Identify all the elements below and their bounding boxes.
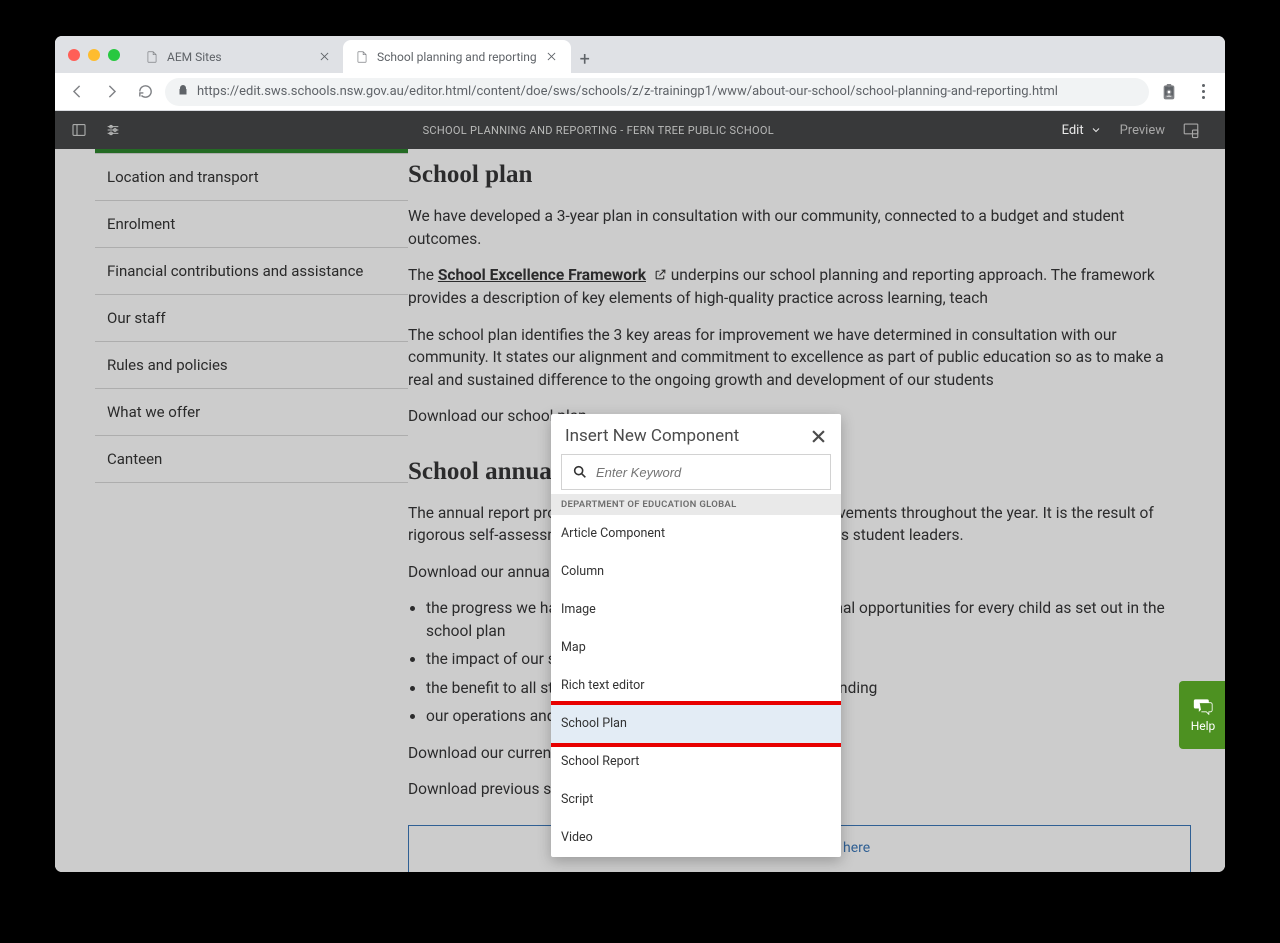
component-column[interactable]: Column (551, 553, 841, 591)
window-minimize[interactable] (88, 49, 100, 61)
paragraph: The school plan identifies the 3 key are… (408, 324, 1191, 391)
forward-button[interactable] (97, 78, 125, 106)
nav-financial[interactable]: Financial contributions and assistance (95, 248, 408, 295)
mode-selector[interactable]: Edit (1062, 123, 1102, 138)
paragraph: We have developed a 3-year plan in consu… (408, 205, 1191, 250)
reload-button[interactable] (131, 78, 159, 106)
nav-enrolment[interactable]: Enrolment (95, 201, 408, 248)
close-icon[interactable] (317, 50, 331, 64)
editor-top-bar: SCHOOL PLANNING AND REPORTING - FERN TRE… (55, 111, 1225, 149)
nav-our-staff[interactable]: Our staff (95, 295, 408, 342)
component-group-header: DEPARTMENT OF EDUCATION GLOBAL (551, 494, 841, 515)
left-nav: Location and transport Enrolment Financi… (55, 149, 408, 872)
search-input[interactable] (596, 465, 820, 480)
tab-title: School planning and reporting (377, 50, 537, 64)
tab-title: AEM Sites (167, 50, 222, 64)
component-school-report[interactable]: School Report (551, 743, 841, 781)
nav-location[interactable]: Location and transport (95, 154, 408, 201)
browser-tabbar: AEM Sites School planning and reporting … (55, 36, 1225, 73)
account-icon[interactable] (1155, 78, 1183, 106)
emulator-icon[interactable] (1179, 118, 1203, 142)
file-icon (355, 50, 369, 64)
toggle-panel-icon[interactable] (67, 118, 91, 142)
dialog-title: Insert New Component (565, 426, 809, 446)
close-icon[interactable] (545, 50, 559, 64)
new-tab-button[interactable]: + (571, 45, 599, 73)
component-script[interactable]: Script (551, 781, 841, 819)
chevron-down-icon (1090, 124, 1102, 136)
insert-component-dialog: Insert New Component DEPARTMENT OF EDUCA… (551, 414, 841, 857)
back-button[interactable] (63, 78, 91, 106)
component-rich-text[interactable]: Rich text editor (551, 667, 841, 705)
browser-tab-school-planning[interactable]: School planning and reporting (343, 40, 571, 73)
file-icon (145, 50, 159, 64)
heading-school-plan: School plan (408, 157, 1191, 193)
paragraph: The School Excellence Framework underpin… (408, 264, 1191, 310)
browser-toolbar: https://edit.sws.schools.nsw.gov.au/edit… (55, 73, 1225, 111)
nav-rules[interactable]: Rules and policies (95, 342, 408, 389)
dialog-search[interactable] (561, 454, 831, 490)
preview-button[interactable]: Preview (1120, 123, 1165, 138)
component-map[interactable]: Map (551, 629, 841, 667)
settings-icon[interactable] (101, 118, 125, 142)
external-link-icon (654, 265, 667, 287)
component-article[interactable]: Article Component (551, 515, 841, 553)
search-icon (572, 464, 588, 480)
chat-icon (1193, 697, 1213, 715)
dialog-close-button[interactable] (809, 427, 827, 445)
browser-menu[interactable] (1189, 78, 1217, 106)
browser-tab-aem-sites[interactable]: AEM Sites (133, 40, 343, 73)
component-school-plan[interactable]: School Plan (551, 705, 841, 743)
window-zoom[interactable] (108, 49, 120, 61)
page-title: SCHOOL PLANNING AND REPORTING - FERN TRE… (135, 124, 1062, 137)
nav-canteen[interactable]: Canteen (95, 436, 408, 483)
browser-window: AEM Sites School planning and reporting … (55, 36, 1225, 872)
component-video[interactable]: Video (551, 819, 841, 857)
help-label: Help (1191, 719, 1216, 733)
mode-label: Edit (1062, 123, 1084, 138)
help-tab[interactable]: Help (1179, 681, 1225, 749)
browser-tabs: AEM Sites School planning and reporting … (133, 36, 599, 73)
window-controls (55, 36, 133, 73)
sef-link[interactable]: School Excellence Framework (438, 266, 646, 284)
component-image[interactable]: Image (551, 591, 841, 629)
window-close[interactable] (68, 49, 80, 61)
url-text: https://edit.sws.schools.nsw.gov.au/edit… (197, 84, 1058, 99)
lock-icon (177, 84, 189, 100)
address-bar[interactable]: https://edit.sws.schools.nsw.gov.au/edit… (165, 78, 1149, 106)
nav-offer[interactable]: What we offer (95, 389, 408, 436)
